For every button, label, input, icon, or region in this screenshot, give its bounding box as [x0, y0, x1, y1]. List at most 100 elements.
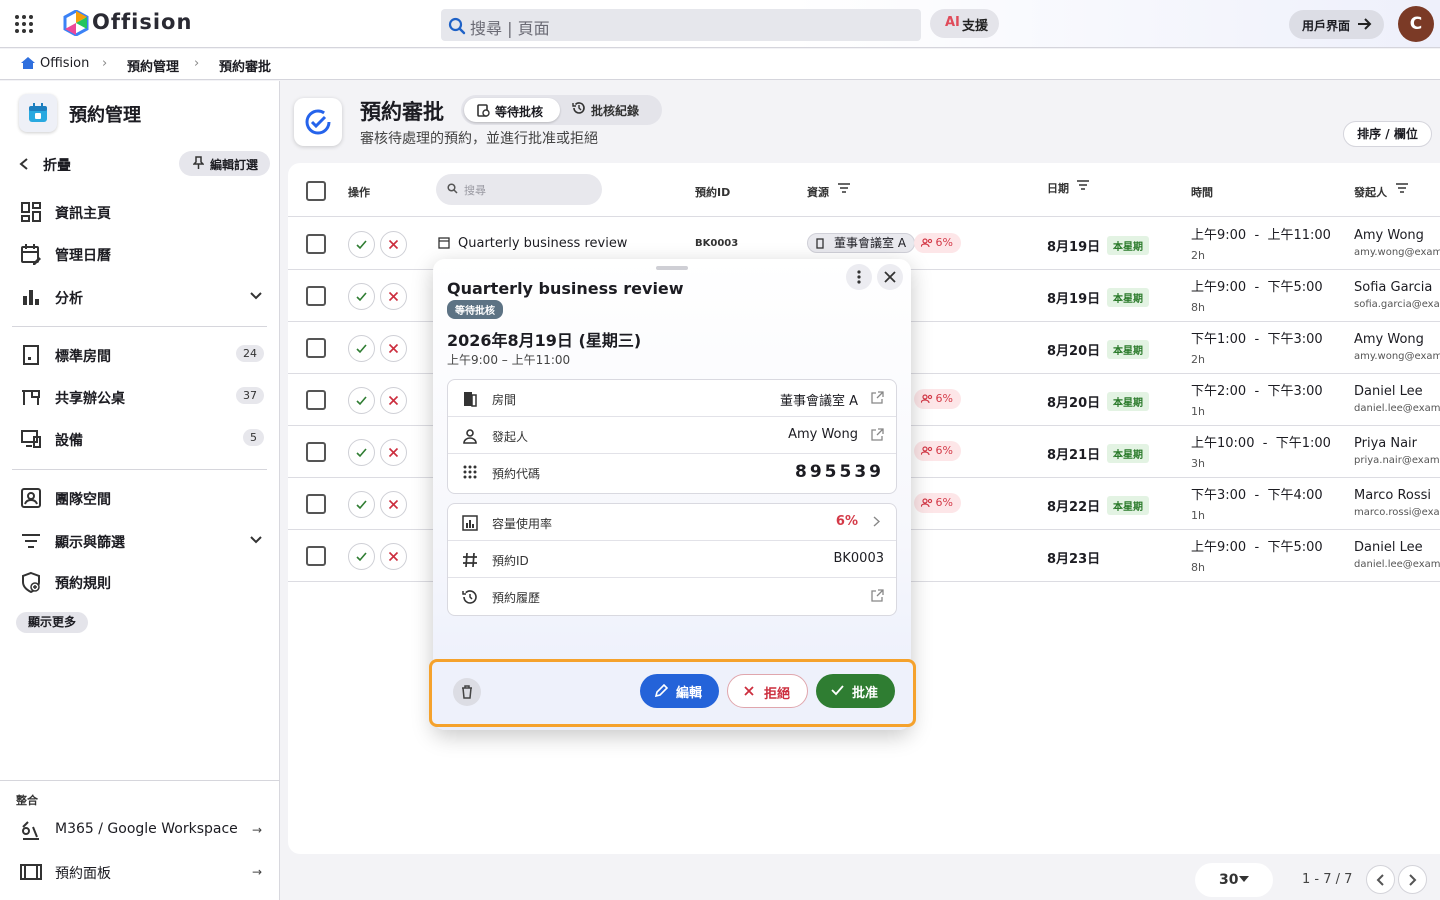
approve-button[interactable]: 批准 [816, 674, 895, 708]
header-resource[interactable]: 資源 [807, 184, 829, 200]
quick-reject-button[interactable] [380, 387, 407, 414]
sort-columns-button[interactable]: 排序 / 欄位 [1343, 121, 1432, 147]
reject-button[interactable]: 拒絕 [727, 674, 808, 708]
organizer-email: amy.wong@example.com [1354, 351, 1440, 362]
row-checkbox[interactable] [306, 494, 326, 514]
capacity-row[interactable]: 容量使用率 6% [448, 504, 896, 541]
row-checkbox[interactable] [306, 286, 326, 306]
breadcrumb-item-booking-management[interactable]: 預約管理 [127, 56, 179, 75]
show-more-button[interactable]: 顯示更多 [16, 612, 88, 633]
row-checkbox[interactable] [306, 234, 326, 254]
quick-reject-button[interactable] [380, 231, 407, 258]
ai-support-button[interactable]: AI 支援 [930, 9, 999, 38]
avatar[interactable]: C [1398, 6, 1434, 42]
sidebar-item-team-space[interactable]: 團隊空間 [20, 485, 264, 511]
quick-approve-button[interactable] [348, 335, 375, 362]
sidebar: 預約管理 折疊 編輯訂選 資訊主頁 管理日曆 分析 標準房間 24 共享辦公桌 … [0, 81, 280, 900]
edit-pins-button[interactable]: 編輯訂選 [179, 151, 270, 176]
more-options-button[interactable] [846, 264, 872, 290]
quick-reject-button[interactable] [380, 335, 407, 362]
chevron-left-icon [1375, 874, 1386, 886]
divider [0, 780, 280, 781]
panel-icon [20, 861, 42, 883]
quick-approve-button[interactable] [348, 491, 375, 518]
row-checkbox[interactable] [306, 442, 326, 462]
header-organizer[interactable]: 發起人 [1354, 184, 1387, 200]
header-time[interactable]: 時間 [1191, 184, 1213, 200]
booking-history-row[interactable]: 預約履歷 [448, 578, 896, 615]
sidebar-item-label: 顯示與篩選 [55, 535, 125, 551]
quick-reject-button[interactable] [380, 491, 407, 518]
quick-approve-button[interactable] [348, 231, 375, 258]
room-icon [815, 238, 825, 249]
header-id[interactable]: 預約ID [695, 184, 730, 200]
logo-text[interactable]: Offision [92, 10, 192, 34]
trash-icon [461, 685, 473, 699]
quick-approve-button[interactable] [348, 439, 375, 466]
sidebar-item-standard-rooms[interactable]: 標準房間 24 [20, 342, 264, 368]
tab-history[interactable]: 批核紀錄 [572, 101, 639, 119]
open-external-icon[interactable] [871, 589, 884, 605]
sidebar-item-display-filter[interactable]: 顯示與篩選 [20, 528, 264, 554]
duration: 2h [1191, 353, 1205, 366]
user-ui-button[interactable]: 用戶界面 [1289, 10, 1384, 39]
sidebar-item-label: 設備 [55, 433, 83, 449]
check-icon [356, 447, 367, 458]
quick-approve-button[interactable] [348, 283, 375, 310]
row-checkbox[interactable] [306, 390, 326, 410]
row-checkbox[interactable] [306, 338, 326, 358]
quick-approve-button[interactable] [348, 387, 375, 414]
filter-icon[interactable] [1396, 183, 1408, 196]
check-icon [356, 291, 367, 302]
open-external-icon[interactable] [871, 391, 884, 407]
sidebar-item-equipment[interactable]: 設備 5 [20, 426, 264, 452]
row-checkbox[interactable] [306, 546, 326, 566]
quick-approve-button[interactable] [348, 543, 375, 570]
sidebar-item-m365-google[interactable]: M365 / Google Workspace → [20, 817, 264, 843]
hash-icon [462, 552, 478, 568]
filter-icon[interactable] [1077, 180, 1089, 193]
quick-reject-button[interactable] [380, 439, 407, 466]
delete-button[interactable] [453, 678, 481, 706]
resource-chip[interactable]: 董事會議室 A [807, 233, 916, 253]
filter-icon[interactable] [838, 183, 850, 196]
page-size-select[interactable]: 30 [1195, 863, 1273, 897]
drag-handle[interactable] [656, 266, 688, 270]
start-time: 上午9:00 [1191, 280, 1247, 295]
tab-pending[interactable]: 等待批核 [464, 98, 560, 122]
global-search[interactable]: 搜尋 | 頁面 [441, 9, 921, 41]
sidebar-item-booking-panel[interactable]: 預約面板 → [20, 859, 264, 885]
booking-info-box: 房間 董事會議室 A 發起人 Amy Wong 預約代碼 895539 [447, 379, 897, 494]
prev-page-button[interactable] [1366, 865, 1395, 894]
sidebar-item-booking-rules[interactable]: 預約規則 [20, 569, 264, 595]
arrow-right-icon [1357, 16, 1373, 32]
collapse-button[interactable]: 折疊 [19, 155, 71, 175]
home-icon[interactable] [20, 56, 36, 74]
sidebar-item-dashboard[interactable]: 資訊主頁 [20, 199, 264, 225]
duration: 8h [1191, 301, 1205, 314]
select-all-checkbox[interactable] [306, 181, 326, 201]
booking-title[interactable]: Quarterly business review [438, 236, 627, 251]
organizer-name: Amy Wong [1354, 332, 1424, 347]
booking-code-label: 預約代碼 [492, 467, 541, 481]
sidebar-item-shared-desks[interactable]: 共享辦公桌 37 [20, 384, 264, 410]
header-date[interactable]: 日期 [1047, 180, 1069, 196]
booking-date: 8月22日 [1047, 500, 1101, 515]
organizer-email: sofia.garcia@example.com [1354, 299, 1440, 310]
edit-button[interactable]: 編輯 [640, 674, 719, 708]
next-page-button[interactable] [1398, 865, 1427, 894]
open-external-icon[interactable] [871, 428, 884, 444]
status-badge: 等待批核 [447, 300, 503, 319]
app-grid-icon[interactable] [13, 13, 35, 35]
quick-reject-button[interactable] [380, 283, 407, 310]
booking-id: BK0003 [695, 238, 739, 249]
organizer-email: daniel.lee@example.com [1354, 403, 1440, 414]
table-search-input[interactable]: 搜尋 [436, 174, 602, 205]
count-badge: 37 [236, 387, 264, 404]
close-button[interactable] [877, 264, 903, 290]
breadcrumb-item-home[interactable]: Offision [40, 56, 89, 71]
quick-reject-button[interactable] [380, 543, 407, 570]
sidebar-item-analytics[interactable]: 分析 [20, 284, 264, 310]
sidebar-item-calendar[interactable]: 管理日曆 [20, 241, 264, 267]
capacity-chip: 6% [914, 493, 961, 513]
